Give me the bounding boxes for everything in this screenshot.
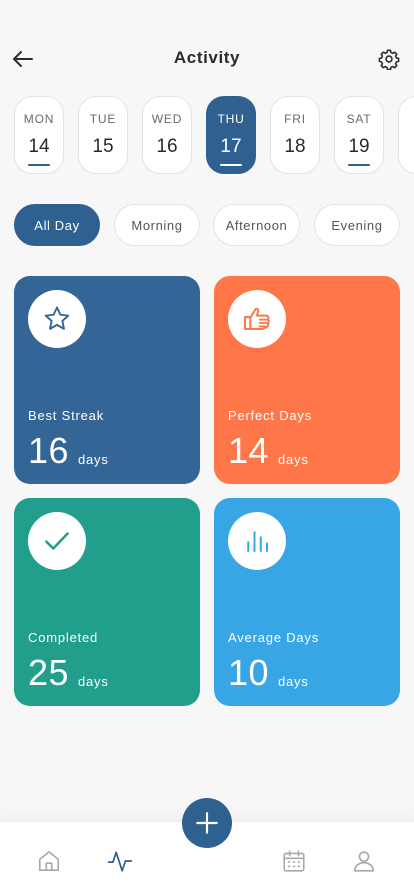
day-sat[interactable]: SAT 19 bbox=[334, 96, 384, 174]
day-marker bbox=[28, 164, 50, 166]
day-marker bbox=[348, 164, 370, 166]
day-thu[interactable]: THU 17 bbox=[206, 96, 256, 174]
nav-home[interactable] bbox=[34, 846, 64, 876]
day-name: FRI bbox=[284, 112, 306, 126]
perfect-days-card[interactable]: Perfect Days 14 days bbox=[214, 276, 400, 484]
average-days-card[interactable]: Average Days 10 days bbox=[214, 498, 400, 706]
card-icon-circle bbox=[228, 290, 286, 348]
day-number: 14 bbox=[28, 136, 50, 157]
home-icon bbox=[38, 850, 60, 872]
activity-screen: Activity MON 14 TUE 15 WED 16 THU 17 FRI… bbox=[0, 0, 414, 896]
settings-button[interactable] bbox=[374, 44, 404, 74]
day-number: 15 bbox=[92, 136, 114, 157]
day-number: 19 bbox=[348, 136, 370, 157]
nav-calendar[interactable] bbox=[279, 846, 309, 876]
day-mon[interactable]: MON 14 bbox=[14, 96, 64, 174]
day-name: THU bbox=[217, 112, 245, 126]
day-number: 16 bbox=[156, 136, 178, 157]
filter-evening[interactable]: Evening bbox=[314, 204, 400, 246]
day-name: TUE bbox=[89, 112, 117, 126]
star-icon bbox=[44, 306, 70, 330]
card-unit: days bbox=[78, 452, 109, 467]
card-icon-circle bbox=[28, 290, 86, 348]
card-icon-circle bbox=[228, 512, 286, 570]
card-label: Best Streak bbox=[28, 408, 104, 423]
completed-card[interactable]: Completed 25 days bbox=[14, 498, 200, 706]
calendar-icon bbox=[283, 850, 305, 872]
card-label: Perfect Days bbox=[228, 408, 313, 423]
time-filter: All Day Morning Afternoon Evening bbox=[14, 204, 414, 246]
day-marker bbox=[220, 164, 242, 166]
day-tue[interactable]: TUE 15 bbox=[78, 96, 128, 174]
bottom-nav bbox=[0, 798, 414, 896]
page-title: Activity bbox=[173, 48, 241, 67]
card-unit: days bbox=[78, 674, 109, 689]
thumbs-up-icon bbox=[244, 307, 270, 330]
gear-icon bbox=[378, 49, 400, 70]
nav-profile[interactable] bbox=[349, 846, 379, 876]
filter-afternoon[interactable]: Afternoon bbox=[213, 204, 300, 246]
day-fri[interactable]: FRI 18 bbox=[270, 96, 320, 174]
filter-all-day[interactable]: All Day bbox=[14, 204, 100, 246]
profile-icon bbox=[353, 851, 375, 872]
card-value: 25 bbox=[28, 652, 70, 693]
card-unit: days bbox=[278, 674, 309, 689]
day-name: MON bbox=[23, 112, 55, 126]
day-name: WED bbox=[151, 112, 183, 126]
header: Activity bbox=[0, 36, 414, 80]
day-number: 18 bbox=[284, 136, 306, 157]
plus-icon bbox=[196, 812, 218, 834]
card-unit: days bbox=[278, 452, 309, 467]
card-value: 10 bbox=[228, 652, 270, 693]
card-label: Completed bbox=[28, 630, 99, 645]
check-icon bbox=[45, 532, 69, 550]
card-label: Average Days bbox=[228, 630, 320, 645]
day-sun[interactable]: S 2 bbox=[398, 96, 414, 174]
nav-activity[interactable] bbox=[105, 846, 135, 876]
activity-icon bbox=[107, 851, 133, 872]
add-button[interactable] bbox=[182, 798, 232, 848]
card-value: 16 bbox=[28, 430, 70, 471]
card-value: 14 bbox=[228, 430, 270, 471]
best-streak-card[interactable]: Best Streak 16 days bbox=[14, 276, 200, 484]
day-name: SAT bbox=[346, 112, 372, 126]
day-selector: MON 14 TUE 15 WED 16 THU 17 FRI 18 SAT 1… bbox=[14, 96, 414, 174]
card-icon-circle bbox=[28, 512, 86, 570]
day-wed[interactable]: WED 16 bbox=[142, 96, 192, 174]
day-number: 17 bbox=[220, 136, 242, 157]
bar-chart-icon bbox=[247, 531, 268, 552]
filter-morning[interactable]: Morning bbox=[114, 204, 200, 246]
